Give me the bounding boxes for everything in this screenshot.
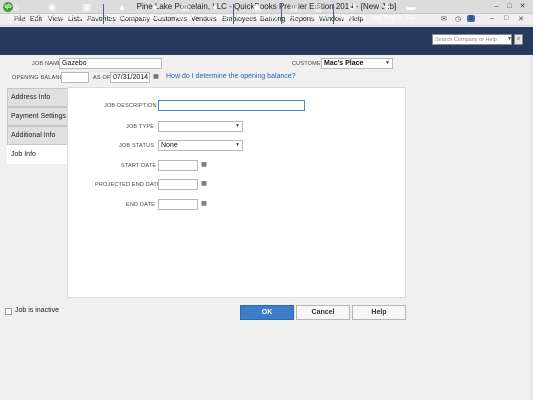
toolbar-add-payroll[interactable]: ✚ Add Payroll [370,2,404,26]
as-of-date-input[interactable]: 07/31/2014 [110,72,150,83]
search-button[interactable]: ⌕ [514,34,523,45]
job-status-select[interactable]: None ▼ [158,140,243,151]
doc-restore-button[interactable]: □ [504,15,508,22]
search-input[interactable]: Search Company or Help [432,34,512,45]
help-button[interactable]: Help [352,305,406,320]
minimize-button[interactable]: – [492,2,501,11]
toolbar-online-banking[interactable]: ▣ Online Banking [236,2,278,26]
chevron-down-icon: ▼ [385,60,390,66]
job-type-label: JOB TYPE [126,124,155,130]
house-icon: ⌂ [13,2,19,12]
toolbar-employees[interactable]: ● Employees [200,2,230,26]
job-inactive-checkbox[interactable] [5,308,12,315]
toolbar-reports[interactable]: ▧ Reports [306,2,330,26]
chevron-down-icon: ▼ [235,123,240,129]
reports-icon: ▧ [313,2,323,12]
search-dropdown-icon[interactable]: ▼ [506,34,513,45]
toolbar-separator [103,4,104,24]
toolbar-customers[interactable]: ● Customers [139,2,171,26]
toolbar-snapshots[interactable]: ▲ Snapshots [106,2,138,26]
doc-minimize-button[interactable]: – [490,15,494,22]
job-inactive-label: Job is inactive [15,307,59,314]
snapshot-icon: ▲ [117,2,127,12]
chevron-down-icon: ▼ [235,142,240,148]
toolbar-separator [233,4,234,24]
job-description-input[interactable] [158,100,305,111]
bank-icon: ▣ [252,2,262,12]
toolbar-my-quickbooks[interactable]: ◉ My QuickBooks [30,2,74,26]
employees-icon: ● [212,2,218,12]
calendar-icon[interactable]: ▦ [200,180,208,188]
toolbar-calendar[interactable]: ▦ Calendar [74,2,100,26]
tab-address-info[interactable]: Address Info [7,88,67,107]
close-button[interactable]: ✕ [518,2,527,11]
job-name-label: JOB NAME [32,61,62,67]
mail-icon[interactable]: ✉ [441,15,447,23]
toolbar-vendors[interactable]: ▥ Vendors [171,2,199,26]
as-of-label: AS OF [93,75,111,81]
end-date-input[interactable] [158,199,198,210]
calendar-icon[interactable]: ▦ [200,161,208,169]
job-type-select[interactable]: ▼ [158,121,243,132]
job-info-panel [67,87,406,298]
customer-icon: ● [152,2,158,12]
start-date-input[interactable] [158,160,198,171]
toolbar-home[interactable]: ⌂ Home [5,2,27,26]
tab-job-info[interactable]: Job Info [7,145,67,164]
end-date-label: END DATE [126,202,156,208]
card-icon: ▬ [406,2,416,12]
job-description-label: JOB DESCRIPTION [104,103,157,109]
app-center-icon: ✪ [348,2,356,12]
cancel-button[interactable]: Cancel [296,305,350,320]
tab-additional-info[interactable]: Additional Info [7,126,67,145]
job-name-input[interactable]: Gazebo [59,58,162,69]
docs-icon: ▤ [289,2,299,12]
doc-close-button[interactable]: ✕ [518,15,524,23]
job-status-label: JOB STATUS [119,143,155,149]
projected-end-date-label: PROJECTED END DATE [95,182,161,188]
opening-balance-help-link[interactable]: How do I determine the opening balance? [166,73,296,80]
toolbar-card[interactable]: ▬ Car [405,2,417,26]
maximize-button[interactable]: □ [505,2,514,11]
customer-select[interactable]: Mac's Place ▼ [321,58,393,69]
vendor-icon: ▥ [180,2,190,12]
toolbar-app-center[interactable]: ✪ App Center [335,2,369,26]
toolbar-docs[interactable]: ▤ Docs [284,2,304,26]
ok-button[interactable]: OK [240,305,294,320]
opening-balance-label: OPENING BALANCE [12,75,68,81]
clock-icon[interactable]: ◷ [455,15,461,23]
qb-icon: ◉ [48,2,56,12]
toolbar-separator [281,4,282,24]
calendar-icon[interactable]: ▦ [200,200,208,208]
toolbar-separator [333,4,334,24]
alerts-badge[interactable]: 8 [467,15,475,22]
tab-payment-settings[interactable]: Payment Settings [7,107,67,126]
opening-balance-input[interactable] [61,72,89,83]
payroll-icon: ✚ [383,2,391,12]
start-date-label: START DATE [121,163,157,169]
calendar-icon: ▦ [82,2,92,12]
projected-end-date-input[interactable] [158,179,198,190]
calendar-icon[interactable]: ▦ [152,73,160,81]
